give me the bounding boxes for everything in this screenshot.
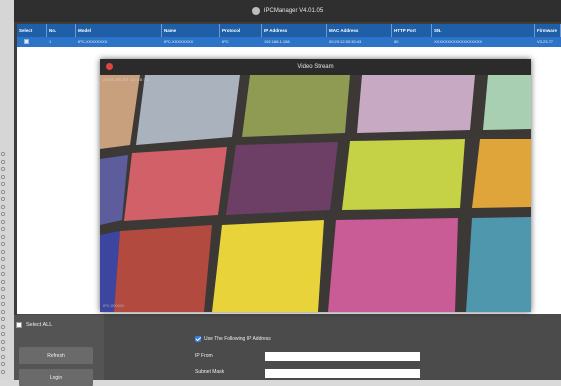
login-button[interactable]: Login	[19, 369, 93, 386]
rail-dot	[1, 369, 5, 374]
cell-http-port: 80	[394, 39, 399, 44]
rail-dot	[1, 212, 5, 216]
select-all-label: Select ALL	[26, 322, 53, 328]
ip-from-input[interactable]	[265, 352, 420, 361]
rail-dot	[1, 324, 5, 329]
cell-name: IPC-XXXXXXXX	[164, 39, 194, 44]
left-dotted-rail	[0, 0, 14, 380]
ip-config-section: Use The Following IP Address IP From Sub…	[195, 336, 435, 380]
rail-dot	[1, 257, 5, 261]
ip-from-label: IP From	[195, 353, 213, 359]
rail-dot	[1, 279, 5, 284]
column-sn[interactable]: SN.	[432, 24, 535, 37]
app-logo-icon	[251, 7, 260, 15]
column-ip-address[interactable]: IP Address	[262, 24, 327, 37]
rail-dot	[1, 332, 5, 336]
rail-dot	[1, 182, 5, 186]
use-ip-label: Use The Following IP Address	[204, 336, 271, 342]
column-protocol[interactable]: Protocol	[220, 24, 262, 37]
rail-dot	[1, 362, 5, 366]
rail-dot	[1, 242, 5, 246]
cell-no: 1	[49, 39, 52, 44]
rail-dot	[1, 287, 5, 291]
video-stream-window[interactable]: Video Stream 2016-05-02 14:38:21 IPC-000…	[100, 59, 531, 312]
table-header: Select No. Model Name Protocol IP Addres…	[17, 24, 561, 37]
checkbox-checked-icon[interactable]	[195, 336, 201, 342]
cell-firmware: V3.23.77	[537, 39, 554, 44]
select-all-box[interactable]	[16, 322, 22, 328]
app-title: IPCManager V4.01.05	[263, 8, 324, 14]
column-name[interactable]: Name	[162, 24, 220, 37]
column-firmware[interactable]: Firmware	[535, 24, 561, 37]
cell-sn: XXXXXXXXXXXXXXXXXX	[434, 39, 483, 44]
rail-dot	[1, 152, 5, 156]
select-all-checkbox[interactable]: Select ALL	[16, 322, 52, 328]
rail-dot	[1, 294, 5, 299]
rail-dot	[1, 234, 5, 239]
cell-model: IPC-XXXXXXXX	[78, 39, 108, 44]
rail-dot	[1, 317, 5, 321]
row-select-checkbox[interactable]	[24, 39, 29, 44]
rail-dot	[1, 167, 5, 171]
cell-mac-address: 00:23:12:30:30:43	[329, 39, 362, 44]
rail-dot	[1, 159, 5, 164]
rail-dot	[1, 264, 5, 269]
rail-dot	[1, 302, 5, 306]
video-overlay-label: IPC-000000	[103, 303, 125, 308]
rail-dot	[1, 189, 5, 194]
rail-dot	[1, 347, 5, 351]
rail-dot	[1, 354, 5, 359]
column-mac-address[interactable]: MAC Address	[327, 24, 392, 37]
close-icon[interactable]	[106, 63, 113, 70]
rail-dot	[1, 227, 5, 231]
table-row[interactable]: 1 IPC-XXXXXXXX IPC-XXXXXXXX IPC 192.168.…	[17, 37, 561, 47]
cell-protocol: IPC	[222, 39, 229, 44]
use-ip-checkbox[interactable]: Use The Following IP Address	[195, 336, 271, 342]
video-feed: 2016-05-02 14:38:21 IPC-000000	[100, 75, 531, 312]
rail-dot	[1, 249, 5, 254]
color-checker-image	[100, 75, 531, 312]
rail-dot	[1, 197, 5, 201]
video-title: Video Stream	[297, 64, 334, 70]
subnet-mask-input[interactable]	[265, 369, 420, 378]
rail-dot	[1, 339, 5, 344]
rail-dot	[1, 204, 5, 209]
subnet-mask-label: Subnet Mask	[195, 369, 225, 375]
rail-dot	[1, 174, 5, 179]
rail-dot	[1, 272, 5, 276]
cell-ip-address: 192.168.1.108	[264, 39, 290, 44]
app-titlebar: IPCManager V4.01.05	[14, 0, 561, 22]
refresh-button[interactable]: Refresh	[19, 347, 93, 364]
column-select[interactable]: Select	[17, 24, 47, 37]
video-titlebar[interactable]: Video Stream	[100, 59, 531, 75]
column-model[interactable]: Model	[76, 24, 162, 37]
column-http-port[interactable]: HTTP Port	[392, 24, 432, 37]
column-no[interactable]: No.	[47, 24, 76, 37]
video-timestamp: 2016-05-02 14:38:21	[103, 77, 150, 82]
rail-dot	[1, 219, 5, 224]
rail-dot	[1, 309, 5, 314]
